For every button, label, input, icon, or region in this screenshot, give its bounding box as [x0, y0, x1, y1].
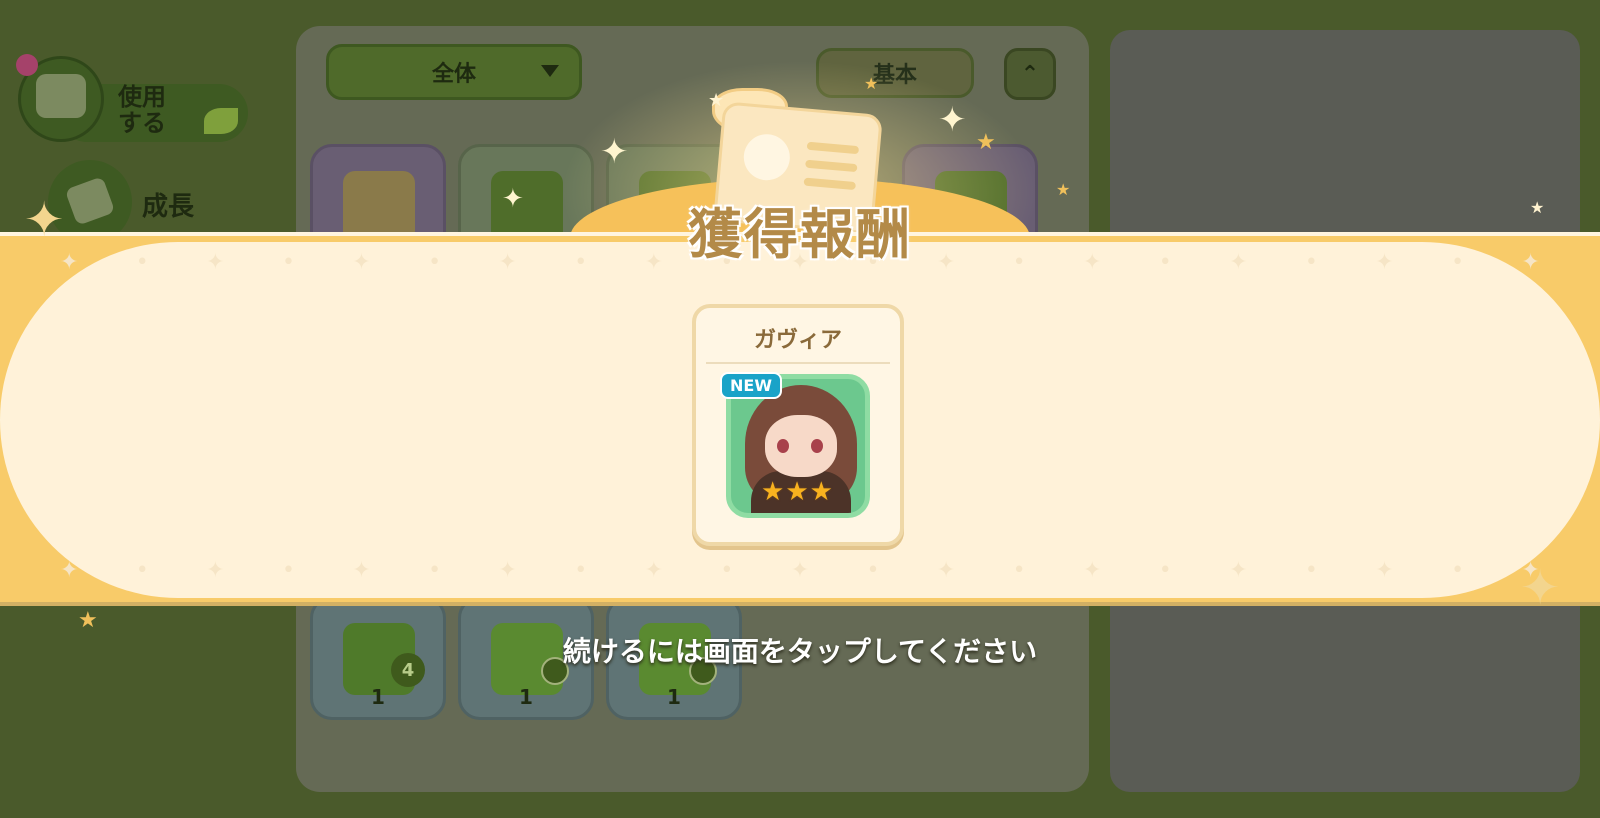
portrait-eye	[777, 439, 789, 453]
dropdown-arrow-icon	[541, 65, 559, 77]
tap-to-continue-hint: 続けるには画面をタップしてください	[562, 635, 1038, 668]
star-icon: ★	[708, 90, 725, 111]
rarity-star-icon: ★	[761, 477, 785, 507]
portrait-eye	[811, 439, 823, 453]
sparkle-icon: ✦	[600, 132, 629, 172]
reward-title: 獲得報酬	[688, 203, 912, 266]
card-line	[806, 141, 860, 155]
filter-value: 全体	[431, 62, 476, 87]
item-count: 1	[371, 685, 385, 709]
star-icon: ★	[1530, 198, 1545, 217]
star-icon: ★	[78, 608, 98, 633]
sparkle-icon: ✦	[24, 192, 65, 248]
sparkle-icon: ✦	[938, 100, 967, 140]
portrait-face	[765, 415, 837, 477]
flower-notification-icon	[16, 54, 38, 76]
card-line	[805, 159, 858, 173]
category-filter-dropdown[interactable]: 全体	[326, 44, 582, 100]
chest-icon	[36, 74, 86, 118]
use-item-nav-button[interactable]: 使用 する	[18, 56, 248, 148]
item-count: 1	[667, 685, 681, 709]
sparkle-icon: ✦	[1520, 560, 1561, 616]
star-icon: ★	[864, 74, 879, 93]
card-face-shape	[741, 132, 792, 183]
use-label: 使用 する	[118, 83, 166, 137]
leaf-icon	[204, 108, 238, 134]
grow-nav-button[interactable]: 成長	[48, 160, 228, 244]
rarity-star-icon: ★	[785, 477, 809, 507]
new-badge: NEW	[720, 372, 782, 399]
character-name: ガヴィア	[753, 328, 842, 353]
rarity-stars: ★ ★ ★	[761, 477, 833, 507]
rarity-star-icon: ★	[809, 477, 833, 507]
card-divider	[706, 362, 890, 364]
item-count: 1	[519, 685, 533, 709]
star-icon: ★	[1056, 180, 1071, 199]
band-decoration: ✦ • ✦ • ✦ • ✦ • ✦ • ✦ • ✦ • ✦ • ✦ • ✦ • ✦	[60, 557, 1540, 583]
star-icon: ★	[976, 130, 996, 155]
grow-label: 成長	[142, 192, 195, 222]
card-line	[803, 177, 856, 191]
sparkle-icon: ✦	[502, 184, 524, 214]
reward-character-card[interactable]: ガヴィア ★ ★ ★ NEW	[692, 304, 904, 546]
